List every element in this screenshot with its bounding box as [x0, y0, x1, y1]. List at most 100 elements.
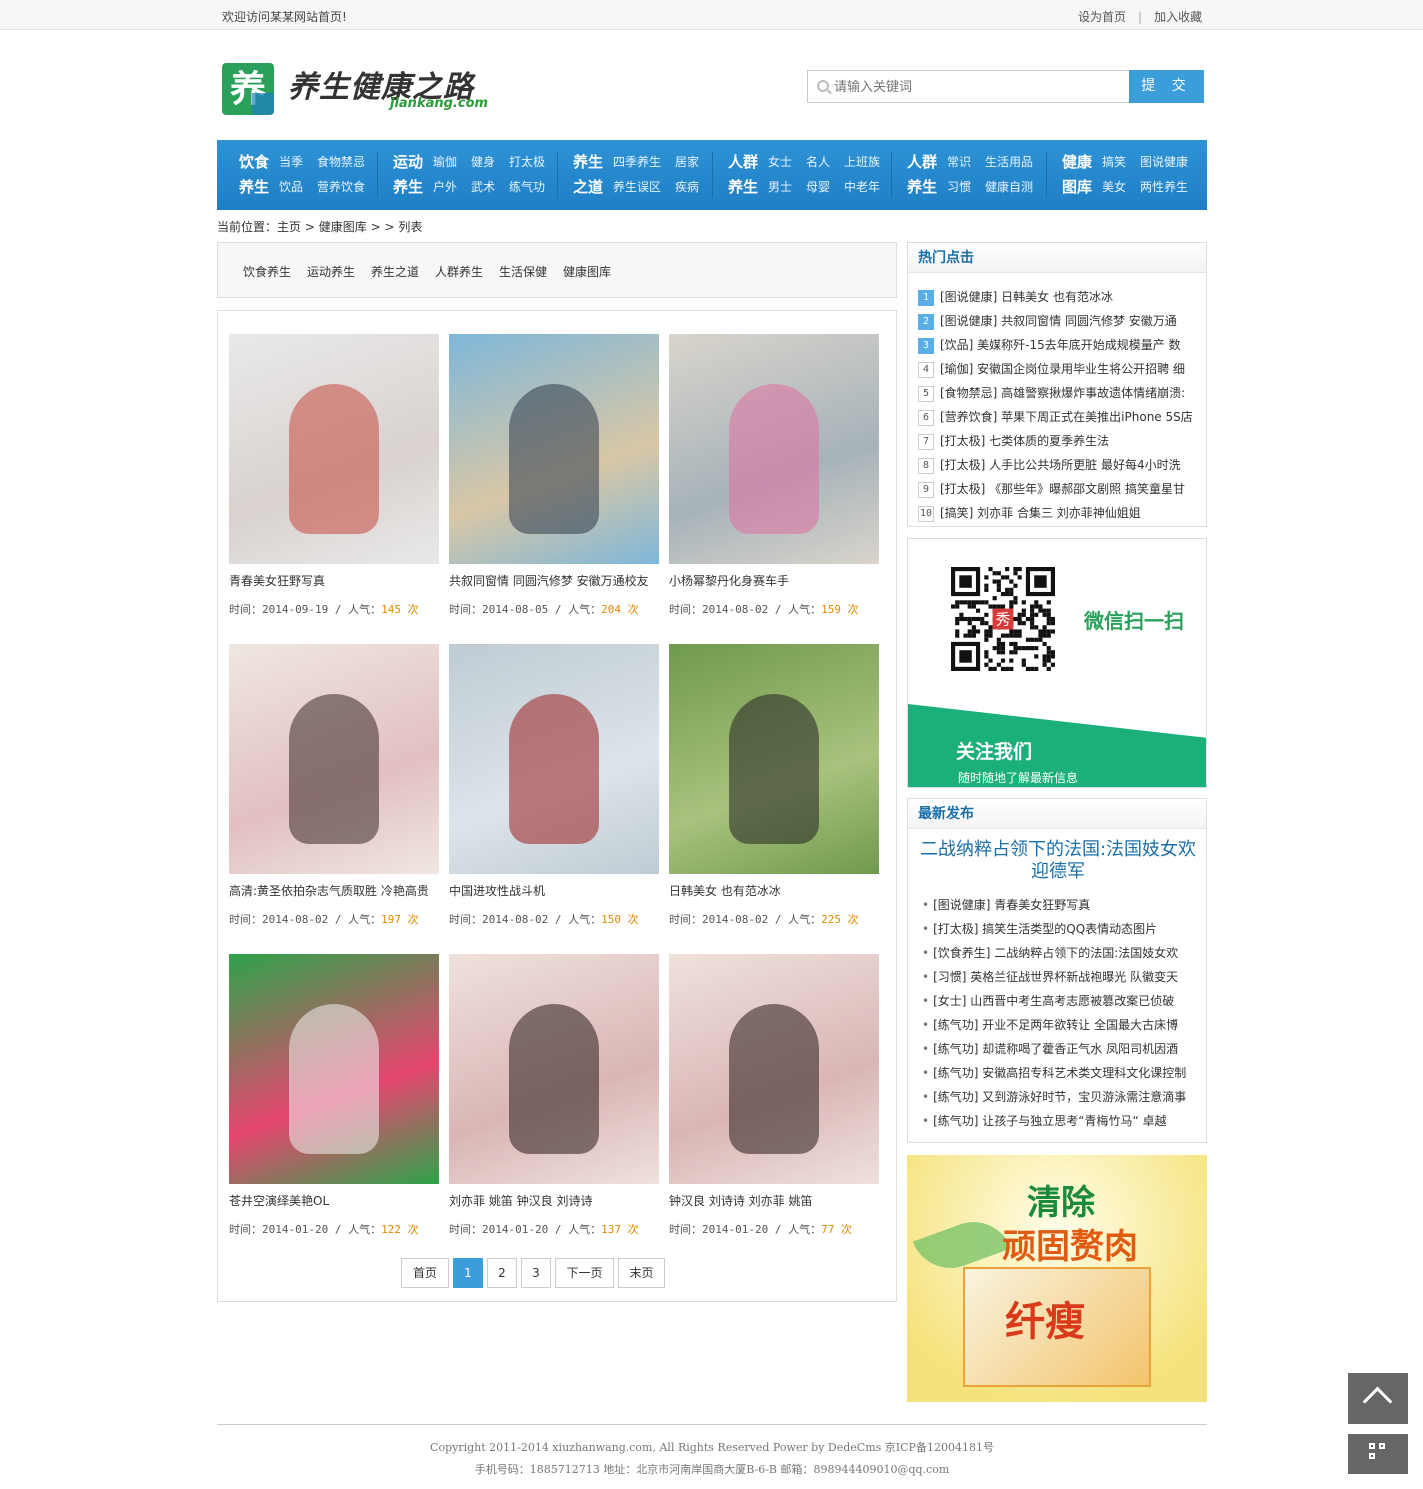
nav-link[interactable]: 男士 [768, 180, 792, 194]
card-thumbnail[interactable] [669, 954, 879, 1184]
latest-list-item[interactable]: [练气功] 安徽高招专科艺术类文理科文化课控制 [922, 1061, 1198, 1085]
add-favorite-link[interactable]: 加入收藏 [1154, 10, 1202, 24]
qr-float-button[interactable] [1348, 1434, 1408, 1474]
latest-list-item[interactable]: [练气功] 又到游泳好时节，宝贝游泳需注意滴事 [922, 1085, 1198, 1109]
hot-list-item[interactable]: 5 [食物禁忌] 高雄警察揪爆炸事故遗体情绪崩溃: [918, 381, 1196, 405]
card-title[interactable]: 共叙同窗情 同圆汽修梦 安徽万通校友 [449, 572, 659, 589]
sidebar-ad[interactable]: 清除 顽固赘肉 纤瘦 [907, 1155, 1207, 1402]
nav-link[interactable]: 女士 [768, 155, 792, 169]
card-title[interactable]: 日韩美女 也有范冰冰 [669, 882, 879, 899]
breadcrumb-section[interactable]: 健康图库 [319, 220, 367, 234]
nav-link[interactable]: 中老年 [844, 180, 880, 194]
card-thumbnail[interactable] [229, 954, 439, 1184]
hot-list-item[interactable]: 9 [打太极] 《那些年》曝郝邵文剧照 搞笑童星甘 [918, 477, 1196, 501]
nav-link[interactable]: 两性养生 [1140, 180, 1188, 194]
latest-list-item[interactable]: [练气功] 开业不足两年欲转让 全国最大古床博 [922, 1013, 1198, 1037]
hot-list-item[interactable]: 3 [饮品] 美媒称歼-15去年底开始成规模量产 数 [918, 333, 1196, 357]
latest-headline[interactable]: 二战纳粹占领下的法国:法国妓女欢迎德军 [918, 839, 1198, 883]
card-thumbnail[interactable] [669, 334, 879, 564]
nav-link[interactable]: 习惯 [947, 180, 971, 194]
card-thumbnail[interactable] [229, 334, 439, 564]
latest-list-item[interactable]: [女士] 山西晋中考生高考志愿被篡改案已侦破 [922, 989, 1198, 1013]
card-title[interactable]: 青春美女狂野写真 [229, 572, 439, 589]
nav-group-heading[interactable]: 健康 图库 [1062, 150, 1094, 200]
nav-link[interactable]: 瑜伽 [433, 155, 457, 169]
nav-group-heading[interactable]: 养生 之道 [573, 150, 605, 200]
category-tab[interactable]: 运动养生 [307, 263, 355, 280]
nav-link[interactable]: 生活用品 [985, 155, 1033, 169]
nav-link[interactable]: 健身 [471, 155, 495, 169]
nav-link[interactable]: 饮品 [279, 180, 303, 194]
hot-list-item[interactable]: 10 [搞笑] 刘亦菲 合集三 刘亦菲神仙姐姐 [918, 501, 1196, 525]
card-title[interactable]: 小杨幂黎丹化身赛车手 [669, 572, 879, 589]
nav-group-heading[interactable]: 人群 养生 [907, 150, 939, 200]
category-tab[interactable]: 人群养生 [435, 263, 483, 280]
card-title[interactable]: 苍井空演绎美艳OL [229, 1192, 439, 1209]
nav-link[interactable]: 练气功 [509, 180, 545, 194]
set-home-link[interactable]: 设为首页 [1078, 10, 1126, 24]
nav-link[interactable]: 健康自测 [985, 180, 1033, 194]
breadcrumb-home[interactable]: 主页 [277, 220, 301, 234]
qr-module [1000, 646, 1006, 651]
hot-list-item[interactable]: 8 [打太极] 人手比公共场所更脏 最好每4小时洗 [918, 453, 1196, 477]
page-first-button[interactable]: 首页 [401, 1258, 449, 1288]
page-1-button[interactable]: 1 [453, 1258, 483, 1288]
nav-link[interactable]: 上班族 [844, 155, 880, 169]
category-tab[interactable]: 健康图库 [563, 263, 611, 280]
search-input[interactable] [834, 77, 1124, 97]
site-logo[interactable]: 养 养生健康之路 jiankang.com [222, 62, 502, 117]
back-to-top-button[interactable] [1348, 1373, 1408, 1424]
card-title[interactable]: 中国进攻性战斗机 [449, 882, 659, 899]
search-submit-button[interactable]: 提 交 [1129, 70, 1204, 103]
nav-link[interactable]: 武术 [471, 180, 495, 194]
nav-link[interactable]: 养生误区 [613, 180, 661, 194]
category-tab[interactable]: 养生之道 [371, 263, 419, 280]
category-tab[interactable]: 生活保健 [499, 263, 547, 280]
nav-link[interactable]: 户外 [433, 180, 457, 194]
nav-link[interactable]: 名人 [806, 155, 830, 169]
page-3-button[interactable]: 3 [521, 1258, 551, 1288]
nav-link[interactable]: 搞笑 [1102, 155, 1126, 169]
nav-link[interactable]: 疾病 [675, 180, 699, 194]
page-2-button[interactable]: 2 [487, 1258, 517, 1288]
nav-link[interactable]: 当季 [279, 155, 303, 169]
card-thumbnail[interactable] [449, 644, 659, 874]
page-next-button[interactable]: 下一页 [555, 1258, 614, 1288]
nav-link[interactable]: 打太极 [509, 155, 545, 169]
qr-center-logo-text: 秀 [996, 610, 1011, 628]
latest-list-item[interactable]: [饮食养生] 二战纳粹占领下的法国:法国妓女欢 [922, 941, 1198, 965]
card-date: 2014-09-19 [262, 603, 329, 616]
hot-list-item[interactable]: 4 [瑜伽] 安徽国企岗位录用毕业生将公开招聘 细 [918, 357, 1196, 381]
card-thumbnail[interactable] [449, 954, 659, 1184]
nav-link[interactable]: 美女 [1102, 180, 1126, 194]
nav-link[interactable]: 营养饮食 [317, 180, 365, 194]
page-last-button[interactable]: 末页 [618, 1258, 665, 1288]
nav-group-heading[interactable]: 运动 养生 [393, 150, 425, 200]
card-thumbnail[interactable] [449, 334, 659, 564]
nav-link[interactable]: 四季养生 [613, 155, 661, 169]
hot-list-item[interactable]: 1 [图说健康] 日韩美女 也有范冰冰 [918, 285, 1196, 309]
latest-list-item[interactable]: [习惯] 英格兰征战世界杯新战袍曝光 队徽变天 [922, 965, 1198, 989]
nav-group-heading[interactable]: 人群 养生 [728, 150, 760, 200]
nav-link[interactable]: 图说健康 [1140, 155, 1188, 169]
nav-link[interactable]: 居家 [675, 155, 699, 169]
hot-list-item[interactable]: 6 [营养饮食] 苹果下周正式在美推出iPhone 5S店 [918, 405, 1196, 429]
card-title[interactable]: 钟汉良 刘诗诗 刘亦菲 姚笛 [669, 1192, 879, 1209]
latest-list-item[interactable]: [练气功] 让孩子与独立思考“青梅竹马“ 卓越 [922, 1109, 1198, 1133]
card-thumbnail[interactable] [669, 644, 879, 874]
card-views-label: 人气： [568, 1223, 602, 1236]
nav-link[interactable]: 母婴 [806, 180, 830, 194]
hot-list-item[interactable]: 7 [打太极] 七类体质的夏季养生法 [918, 429, 1196, 453]
card-title[interactable]: 高清:黄圣依拍杂志气质取胜 冷艳高贵 [229, 882, 439, 899]
latest-list-item[interactable]: [练气功] 却谎称喝了藿香正气水 凤阳司机因酒 [922, 1037, 1198, 1061]
nav-group-heading[interactable]: 饮食 养生 [239, 150, 271, 200]
card-thumbnail[interactable] [229, 644, 439, 874]
nav-link[interactable]: 食物禁忌 [317, 155, 365, 169]
hot-list-item[interactable]: 2 [图说健康] 共叙同窗情 同圆汽修梦 安徽万通 [918, 309, 1196, 333]
card-title[interactable]: 刘亦菲 姚笛 钟汉良 刘诗诗 [449, 1192, 659, 1209]
latest-list-item[interactable]: [图说健康] 青春美女狂野写真 [922, 893, 1198, 917]
category-tab[interactable]: 饮食养生 [243, 263, 291, 280]
qr-module [951, 604, 956, 609]
latest-list-item[interactable]: [打太极] 搞笑生活类型的QQ表情动态图片 [922, 917, 1198, 941]
nav-link[interactable]: 常识 [947, 155, 971, 169]
